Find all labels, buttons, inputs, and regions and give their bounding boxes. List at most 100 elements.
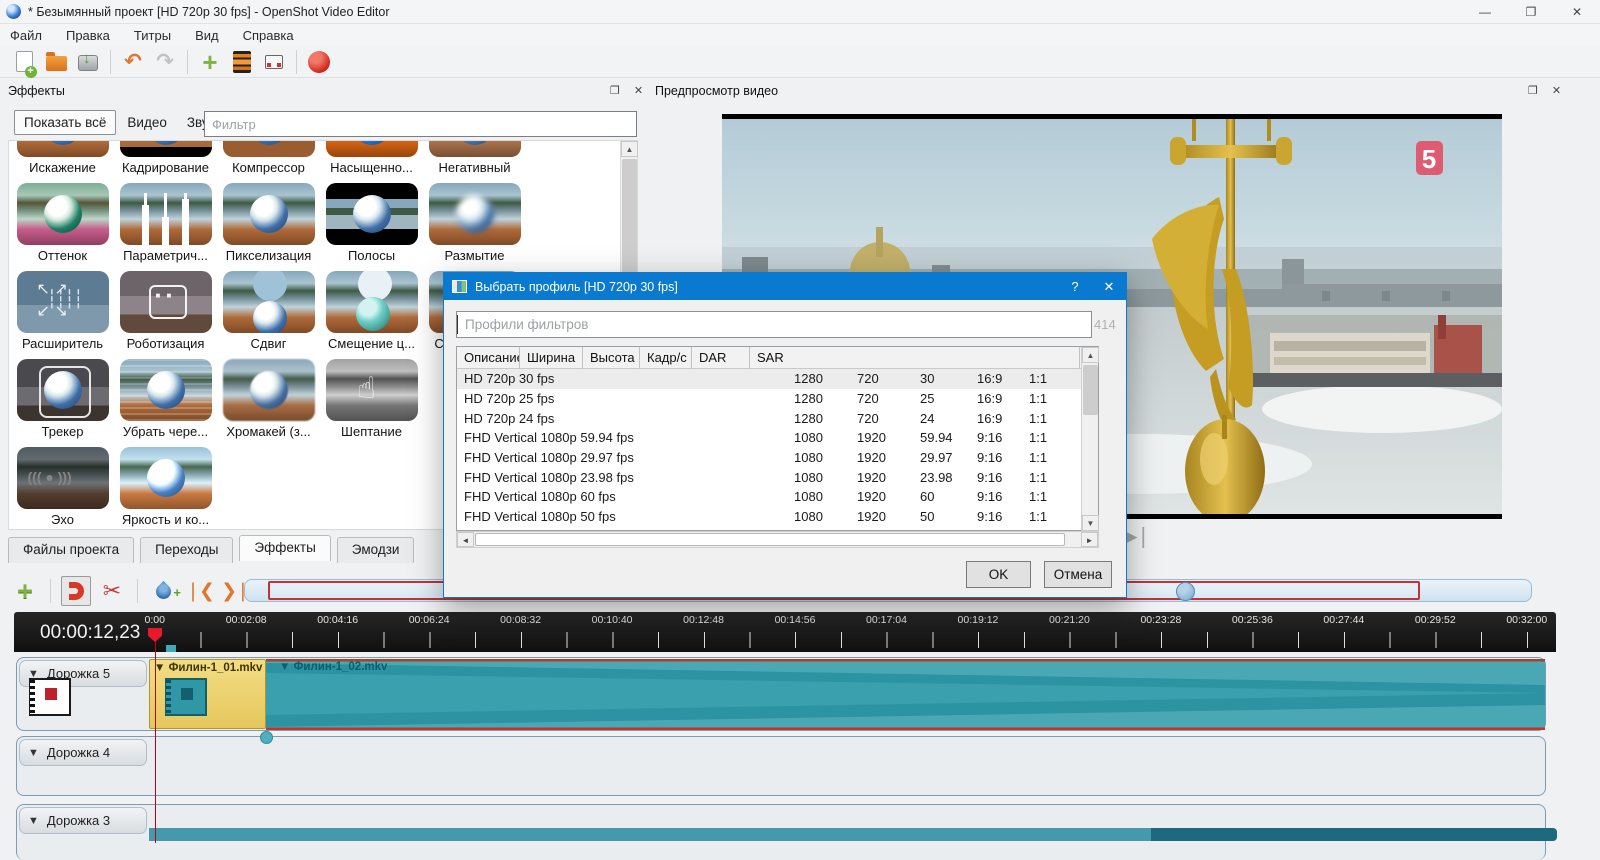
choose-profile-button[interactable] <box>228 48 256 76</box>
new-project-button[interactable] <box>10 48 38 76</box>
effect-item[interactable]: Искажение <box>11 140 114 183</box>
filter-show-all-button[interactable]: Показать всё <box>14 110 116 135</box>
save-project-button[interactable] <box>74 48 102 76</box>
effect-item[interactable]: Смещение ц... <box>320 271 423 359</box>
effect-item[interactable]: Расширитель <box>11 271 114 359</box>
scroll-up-icon[interactable]: ▲ <box>621 141 638 157</box>
effect-item[interactable]: Яркость и ко... <box>114 447 217 530</box>
close-button[interactable]: ✕ <box>1554 0 1600 24</box>
effect-item[interactable]: Трекер <box>11 359 114 447</box>
open-project-button[interactable] <box>42 48 70 76</box>
effect-thumbnail <box>223 271 315 333</box>
effect-item[interactable]: Хромакей (з... <box>217 359 320 447</box>
timeline-ruler[interactable]: 00:00:12,23 0:0000:02:0800:04:1600:06:24… <box>14 612 1556 652</box>
effects-float-icon[interactable]: ❐ <box>610 84 620 97</box>
effect-item[interactable]: Компрессор <box>217 140 320 183</box>
scrollbar-thumb[interactable] <box>475 533 1065 546</box>
profile-row[interactable]: HD 720p 25 fps 1280 720 25 16:9 1:1 <box>457 389 1098 409</box>
filter-video-button[interactable]: Видео <box>118 111 175 134</box>
menu-item[interactable]: Файл <box>10 28 42 43</box>
menu-item[interactable]: Вид <box>195 28 219 43</box>
column-header[interactable]: Высота <box>583 347 640 369</box>
effect-item[interactable]: Параметрич... <box>114 183 217 271</box>
dock-tab[interactable]: Эффекты <box>239 535 330 561</box>
menu-item[interactable]: Справка <box>243 28 294 43</box>
profile-row[interactable]: FHD Vertical 1080p 60 fps 1080 1920 60 9… <box>457 487 1098 507</box>
chevron-down-icon[interactable]: ▼ <box>28 747 39 759</box>
profile-search-input[interactable] <box>456 311 1092 338</box>
effect-item[interactable]: Размытие <box>423 183 526 271</box>
fullscreen-button[interactable] <box>260 48 288 76</box>
track-3-lane[interactable]: ▼ Дорожка 3 <box>16 804 1546 860</box>
undo-button[interactable]: ↶ <box>119 48 147 76</box>
track-4-lane[interactable]: ▼ Дорожка 4 <box>16 736 1546 796</box>
scroll-up-icon[interactable]: ▲ <box>1082 347 1099 363</box>
scroll-down-icon[interactable]: ▼ <box>1082 515 1099 531</box>
profile-row[interactable]: HD 720p 30 fps 1280 720 30 16:9 1:1 <box>457 369 1098 389</box>
track-5-lane[interactable]: ▼ Дорожка 5 ▼ Филин-1_02.mkv ▼ Филин-1_0… <box>16 657 1546 731</box>
dialog-close-button[interactable]: ✕ <box>1092 273 1126 300</box>
effect-item[interactable]: Убрать чере... <box>114 359 217 447</box>
previous-marker-button[interactable]: ❘❮ <box>184 576 214 606</box>
clip-filin-02[interactable] <box>266 659 1545 730</box>
cancel-button[interactable]: Отмена <box>1044 561 1112 588</box>
preview-float-icon[interactable]: ❐ <box>1528 84 1538 97</box>
profile-row[interactable]: FHD Vertical 1080p 50 fps 1080 1920 50 9… <box>457 507 1098 527</box>
track-3-clip-dark[interactable] <box>1151 828 1557 841</box>
timeline-zoom-handle[interactable] <box>1176 582 1195 601</box>
profile-row[interactable]: FHD Vertical 1080p 29.97 fps 1080 1920 2… <box>457 448 1098 468</box>
clip-trim-handle[interactable] <box>260 731 273 744</box>
dialog-title-bar[interactable]: Выбрать профиль [HD 720p 30 fps] <box>444 273 1126 300</box>
track-3-clip[interactable] <box>149 828 1151 841</box>
effect-item[interactable]: Пикселизация <box>217 183 320 271</box>
dock-tab[interactable]: Переходы <box>140 537 233 563</box>
redo-button[interactable]: ↷ <box>151 48 179 76</box>
table-hscrollbar[interactable]: ◄ ► <box>456 531 1099 548</box>
profile-row[interactable]: FHD Vertical 1080p 59.94 fps 1080 1920 5… <box>457 428 1098 448</box>
razor-tool-button[interactable]: ✂ <box>97 576 127 606</box>
scroll-right-icon[interactable]: ► <box>1081 532 1098 547</box>
table-vscrollbar[interactable]: ▲ ▼ <box>1081 347 1098 531</box>
effects-close-icon[interactable]: ✕ <box>634 84 643 97</box>
add-marker-button[interactable] <box>148 576 178 606</box>
track-3-header[interactable]: ▼ Дорожка 3 <box>19 807 147 834</box>
menu-item[interactable]: Правка <box>66 28 110 43</box>
ok-button[interactable]: OK <box>966 561 1031 588</box>
track-4-header[interactable]: ▼ Дорожка 4 <box>19 739 147 766</box>
profile-height: 720 <box>850 411 913 426</box>
maximize-button[interactable]: ❐ <box>1508 0 1554 24</box>
effect-item[interactable]: Кадрирование <box>114 140 217 183</box>
effect-item[interactable]: Эхо <box>11 447 114 530</box>
effect-item[interactable]: Насыщенно... <box>320 140 423 183</box>
column-header[interactable]: Ширина <box>520 347 583 369</box>
dock-tab[interactable]: Файлы проекта <box>8 537 134 563</box>
minimize-button[interactable]: — <box>1462 0 1508 24</box>
column-header[interactable]: Описание <box>457 347 520 369</box>
preview-close-icon[interactable]: ✕ <box>1552 84 1561 97</box>
scrollbar-thumb[interactable] <box>1083 365 1098 415</box>
effect-item[interactable]: Сдвиг <box>217 271 320 359</box>
column-header[interactable]: Кадр/с <box>640 347 692 369</box>
add-track-button[interactable]: + <box>10 576 40 606</box>
chevron-down-icon[interactable]: ▼ <box>28 815 39 827</box>
dialog-help-button[interactable]: ? <box>1058 273 1092 300</box>
profile-sar: 1:1 <box>1022 430 1080 445</box>
effect-item[interactable]: Полосы <box>320 183 423 271</box>
snapping-toggle-button[interactable] <box>61 576 91 606</box>
title-bar: * Безымянный проект [HD 720p 30 fps] - O… <box>0 0 1600 24</box>
effect-item[interactable]: Оттенок <box>11 183 114 271</box>
table-header-row[interactable]: ОписаниеШиринаВысотаКадр/сDARSAR <box>457 347 1098 369</box>
profile-row[interactable]: FHD Vertical 1080p 23.98 fps 1080 1920 2… <box>457 467 1098 487</box>
column-header[interactable]: SAR <box>750 347 1080 369</box>
dock-tab[interactable]: Эмодзи <box>337 537 415 563</box>
menu-item[interactable]: Титры <box>134 28 171 43</box>
effects-filter-input[interactable] <box>204 111 637 137</box>
scroll-left-icon[interactable]: ◄ <box>457 532 474 547</box>
effect-item[interactable]: Шептание <box>320 359 423 447</box>
column-header[interactable]: DAR <box>692 347 750 369</box>
import-files-button[interactable]: + <box>196 48 224 76</box>
effect-item[interactable]: Негативный <box>423 140 526 183</box>
profile-row[interactable]: HD 720p 24 fps 1280 720 24 16:9 1:1 <box>457 408 1098 428</box>
effect-item[interactable]: Роботизация <box>114 271 217 359</box>
export-video-button[interactable] <box>305 48 333 76</box>
